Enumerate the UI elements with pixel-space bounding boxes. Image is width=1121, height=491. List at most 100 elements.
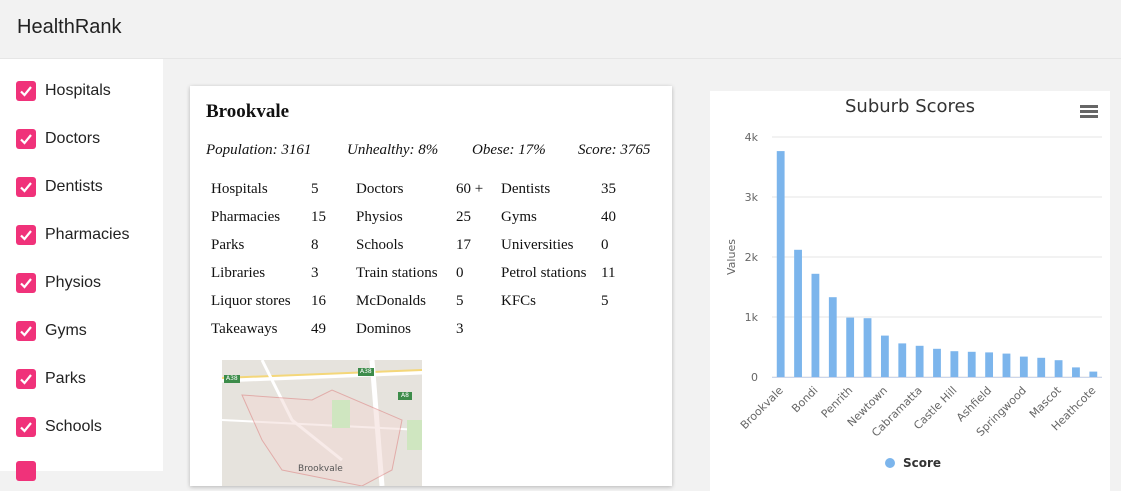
bar [776, 151, 785, 377]
suburb-map[interactable]: A38 A38 A8 Brookvale [222, 360, 422, 486]
filter-label: Doctors [45, 130, 101, 147]
facility-value: 0 [456, 265, 464, 281]
legend-label: Score [903, 456, 941, 470]
facility-value: 17 [456, 237, 471, 253]
filter-dentists[interactable]: Dentists [16, 175, 103, 199]
stat-score: Score: 3765 [578, 142, 651, 158]
filter-physios[interactable]: Physios [16, 271, 101, 295]
checkbox-checked-icon[interactable] [16, 81, 36, 101]
map-label-road: A38 [360, 368, 372, 375]
facility-label: McDonalds [356, 293, 426, 309]
facility-value: 25 [456, 209, 471, 225]
checkbox-checked-icon[interactable] [16, 417, 36, 437]
bar [828, 297, 837, 377]
stat-obese: Obese: 17% [472, 142, 546, 158]
filter-gyms[interactable]: Gyms [16, 319, 87, 343]
y-axis-label: Values [725, 239, 738, 275]
suburb-card: Brookvale Population: 3161 Unhealthy: 8%… [190, 86, 672, 486]
facility-label: Dentists [501, 181, 551, 197]
bar [1054, 360, 1063, 377]
filter-label: Schools [45, 418, 102, 435]
facility-label: Doctors [356, 181, 404, 197]
bar [846, 317, 855, 377]
stat-unhealthy: Unhealthy: 8% [347, 142, 439, 158]
facility-label: Parks [211, 237, 245, 253]
facility-label: Petrol stations [501, 265, 587, 281]
facility-value: 49 [311, 321, 326, 337]
facility-value: 5 [456, 293, 464, 309]
chart-card: Suburb Scores 0 1k 2k 3k 4k Values Brookvale Bo… [710, 91, 1110, 491]
checkbox-checked-icon[interactable] [16, 369, 36, 389]
y-tick-label: 1k [745, 311, 759, 324]
map-label-road: A38 [226, 375, 238, 382]
facility-value: 35 [601, 181, 616, 197]
filter-hospitals[interactable]: Hospitals [16, 79, 111, 103]
x-tick-label: Brookvale [738, 384, 786, 432]
y-tick-label: 2k [745, 251, 759, 264]
facility-label: Takeaways [211, 321, 278, 337]
filter-schools[interactable]: Schools [16, 415, 102, 439]
bar [933, 348, 941, 377]
filter-label: Pharmacies [45, 226, 130, 243]
filter-label: Hospitals [45, 82, 111, 99]
filter-pharmacies[interactable]: Pharmacies [16, 223, 129, 247]
facility-value: 5 [311, 181, 319, 197]
bar [967, 351, 976, 377]
bar [1002, 353, 1011, 377]
bar [880, 335, 889, 377]
facility-value: 40 [601, 209, 616, 225]
checkbox-checked-icon[interactable] [16, 273, 36, 293]
suburb-name: Brookvale [206, 101, 290, 122]
facility-label: KFCs [501, 293, 537, 309]
bar [985, 352, 994, 377]
y-tick-label: 0 [751, 371, 758, 384]
bar [1037, 357, 1046, 377]
bar [863, 318, 872, 377]
bar [794, 249, 802, 377]
x-tick-label: Bondi [789, 384, 820, 415]
checkbox-checked-icon[interactable] [16, 177, 36, 197]
bar [811, 273, 820, 377]
bar [950, 351, 959, 377]
filter-label: Parks [45, 370, 86, 387]
chart-svg: 01k2k3k4kValuesBrookvale BondiPenrithNewt… [725, 131, 1102, 470]
app-title: HealthRank [17, 16, 122, 38]
filter-parks[interactable]: Parks [16, 367, 86, 391]
facility-value: 11 [601, 265, 616, 281]
y-tick-label: 3k [745, 191, 759, 204]
bar [915, 345, 924, 377]
filter-partial[interactable] [16, 459, 45, 483]
checkbox-checked-icon[interactable] [16, 225, 36, 245]
facility-value: 5 [601, 293, 609, 309]
facility-label: Pharmacies [211, 209, 281, 225]
facility-value: 3 [311, 265, 319, 281]
facility-label: Universities [501, 237, 574, 253]
bar [1072, 367, 1080, 377]
facility-label: Train stations [356, 265, 438, 281]
facility-value: 15 [311, 209, 326, 225]
filter-label: Dentists [45, 178, 103, 195]
facility-label: Physios [356, 209, 403, 225]
map-label-road: A8 [401, 392, 409, 399]
checkbox-checked-icon[interactable] [16, 461, 36, 481]
map-label-place: Brookvale [298, 464, 343, 474]
stat-population: Population: 3161 [206, 142, 312, 158]
filter-label: Physios [45, 274, 102, 291]
sidebar: Hospitals Doctors Dentists Pharmacies Ph… [0, 59, 163, 481]
facility-value: 3 [456, 321, 464, 337]
filter-doctors[interactable]: Doctors [16, 127, 100, 151]
y-tick-label: 4k [745, 131, 759, 144]
facility-label: Gyms [501, 209, 537, 225]
facility-label: Liquor stores [211, 293, 291, 309]
facility-value: 60 + [456, 181, 484, 197]
filter-label: Gyms [45, 322, 87, 339]
checkbox-checked-icon[interactable] [16, 321, 36, 341]
checkbox-checked-icon[interactable] [16, 129, 36, 149]
facility-value: 0 [601, 237, 609, 253]
bar [1089, 371, 1098, 377]
facility-label: Dominos [356, 321, 412, 337]
bar [1019, 356, 1028, 377]
facility-value: 8 [311, 237, 319, 253]
top-bar: HealthRank [0, 0, 1121, 59]
facility-label: Hospitals [211, 181, 268, 197]
